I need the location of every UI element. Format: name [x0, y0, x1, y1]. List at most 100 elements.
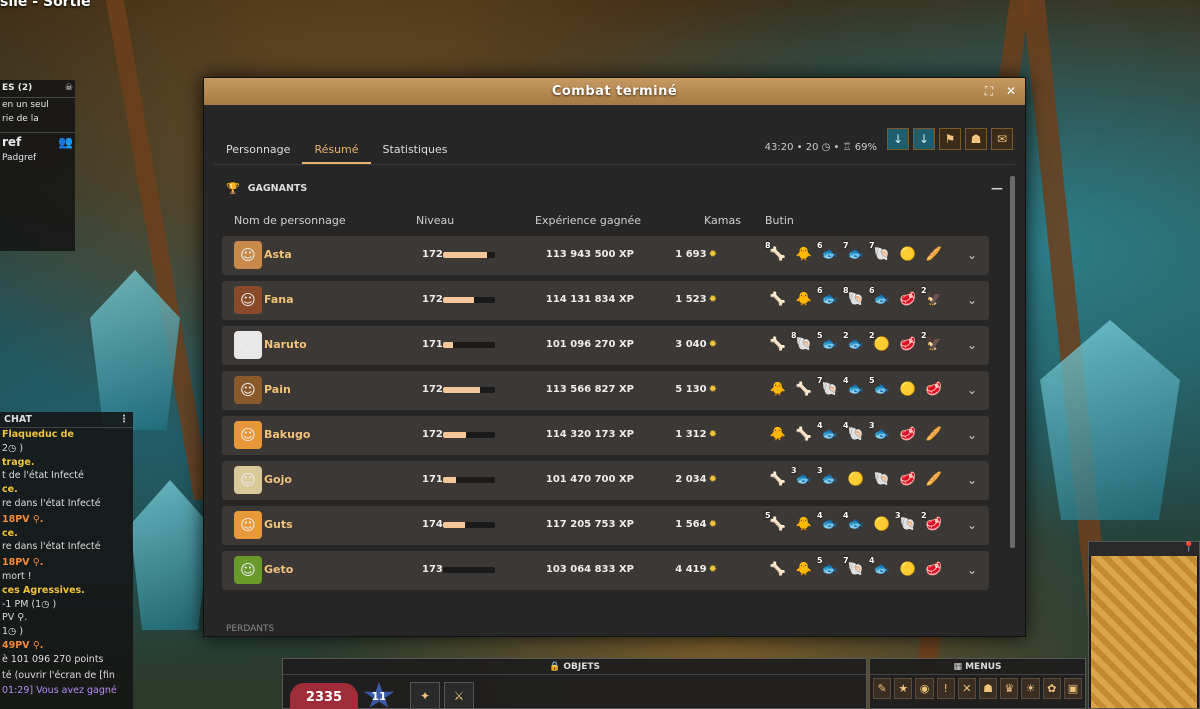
loot-item[interactable]: 7 🐚 — [817, 376, 841, 400]
loot-item[interactable]: 🐥 — [767, 378, 789, 400]
item-slot[interactable]: ⚔ — [444, 682, 474, 709]
quest-line[interactable]: Padgref — [0, 151, 75, 165]
menu-shortcut-icon[interactable]: ▣ — [1063, 678, 1083, 699]
kebab-menu-icon[interactable]: ⋮ — [119, 414, 129, 425]
winner-row[interactable]: ☺ Naruto 171 101 096 270 XP 3 040 ✹ 🦴 8 🐚… — [222, 326, 989, 365]
loot-item[interactable]: 🐥 — [767, 423, 789, 445]
loot-item[interactable]: 🥖 — [923, 468, 945, 490]
quest-section[interactable]: ref 👥 — [0, 132, 75, 151]
menu-shortcut-icon[interactable]: ✎ — [873, 678, 892, 699]
loot-item[interactable]: 6 🐟 — [817, 286, 841, 310]
loot-item[interactable]: 🦴 — [767, 468, 789, 490]
loot-item[interactable]: 🥩 — [897, 333, 919, 355]
menu-shortcut-icon[interactable]: ✕ — [957, 678, 977, 699]
menu-shortcut-icon[interactable]: ★ — [894, 678, 913, 699]
loot-item[interactable]: 8 🦴 — [765, 241, 789, 265]
winner-row[interactable]: ☺ Bakugo 172 114 320 173 XP 1 312 ✹ 🐥 🦴 4… — [222, 416, 989, 455]
chevron-down-icon[interactable]: ⌄ — [967, 563, 977, 577]
loot-item[interactable]: 2 🦅 — [921, 286, 945, 310]
winners-section-header[interactable]: 🏆 GAGNANTS — — [226, 180, 1003, 196]
loot-item[interactable]: 🐥 — [793, 513, 815, 535]
winner-row[interactable]: ☺ Fana 172 114 131 834 XP 1 523 ✹ 🦴 🐥 6 🐟… — [222, 281, 989, 320]
loot-item[interactable]: 4 🐟 — [843, 511, 867, 535]
loot-item[interactable]: 🦴 — [793, 378, 815, 400]
close-icon[interactable]: ✕ — [1003, 83, 1019, 99]
result-filter-icon[interactable]: ⚑ — [939, 128, 961, 150]
loot-item[interactable]: 3 🐟 — [791, 466, 815, 490]
winner-row[interactable]: ☺ Geto 173 103 064 833 XP 4 419 ✹ 🦴 🐥 5 🐟… — [222, 551, 989, 590]
window-scrollbar[interactable] — [1010, 176, 1015, 548]
menu-shortcut-icon[interactable]: ✿ — [1042, 678, 1061, 699]
loot-item[interactable]: 7 🐚 — [843, 556, 867, 580]
loot-item[interactable]: 5 🐟 — [817, 331, 841, 355]
loot-item[interactable]: 8 🐚 — [791, 331, 815, 355]
loot-item[interactable]: 4 🐟 — [817, 421, 841, 445]
loot-item[interactable]: 3 🐚 — [895, 511, 919, 535]
losers-title[interactable]: PERDANTS — [226, 624, 274, 634]
loot-item[interactable]: 3 🐟 — [817, 466, 841, 490]
collapse-icon[interactable]: — — [991, 181, 1003, 195]
loot-item[interactable]: 3 🐟 — [869, 421, 893, 445]
loot-item[interactable]: 5 🦴 — [765, 511, 789, 535]
loot-item[interactable]: 🥩 — [897, 468, 919, 490]
chevron-down-icon[interactable]: ⌄ — [967, 473, 977, 487]
chevron-down-icon[interactable]: ⌄ — [967, 338, 977, 352]
menu-shortcut-icon[interactable]: ☀ — [1021, 678, 1040, 699]
loot-item[interactable]: 8 🐚 — [843, 286, 867, 310]
tab-statistiques[interactable]: Statistiques — [371, 143, 460, 164]
loot-item[interactable]: 5 🐟 — [817, 556, 841, 580]
loot-item[interactable]: 2 🥩 — [921, 511, 945, 535]
loot-item[interactable]: 🐚 — [871, 468, 893, 490]
loot-item[interactable]: 🥩 — [923, 378, 945, 400]
chevron-down-icon[interactable]: ⌄ — [967, 518, 977, 532]
menu-shortcut-icon[interactable]: ☗ — [979, 678, 998, 699]
loot-item[interactable]: 🥖 — [923, 423, 945, 445]
chevron-down-icon[interactable]: ⌄ — [967, 428, 977, 442]
loot-item[interactable]: 🐥 — [793, 288, 815, 310]
menu-shortcut-icon[interactable]: ◉ — [915, 678, 934, 699]
result-filter-icon[interactable]: ↓ — [887, 128, 909, 150]
tab-resume[interactable]: Résumé — [302, 143, 371, 164]
chevron-down-icon[interactable]: ⌄ — [967, 383, 977, 397]
loot-item[interactable]: 4 🐟 — [817, 511, 841, 535]
quest-line[interactable]: rie de la — [0, 112, 75, 126]
loot-item[interactable]: 2 🟡 — [869, 331, 893, 355]
loot-item[interactable]: 🦴 — [767, 558, 789, 580]
winner-row[interactable]: ☺ Guts 174 117 205 753 XP 1 564 ✹ 5 🦴 🐥 4… — [222, 506, 989, 545]
minimap-view[interactable] — [1091, 556, 1197, 708]
item-slot[interactable]: ✦ — [410, 682, 440, 709]
loot-item[interactable]: 🥖 — [923, 243, 945, 265]
tab-personnage[interactable]: Personnage — [214, 143, 302, 164]
loot-item[interactable]: 4 🐟 — [843, 376, 867, 400]
loot-item[interactable]: 🟡 — [897, 243, 919, 265]
result-filter-icon[interactable]: ✉ — [991, 128, 1013, 150]
loot-item[interactable]: 🐥 — [793, 558, 815, 580]
minimap[interactable]: 📍 — [1088, 541, 1200, 709]
loot-item[interactable]: 🟡 — [871, 513, 893, 535]
result-filter-icon[interactable]: ☗ — [965, 128, 987, 150]
minimize-icon[interactable]: ⛶ — [981, 83, 997, 99]
loot-item[interactable]: 🐥 — [793, 243, 815, 265]
loot-item[interactable]: 🦴 — [767, 333, 789, 355]
loot-item[interactable]: 🟡 — [845, 468, 867, 490]
loot-item[interactable]: 6 🐟 — [817, 241, 841, 265]
loot-item[interactable]: 2 🦅 — [921, 331, 945, 355]
loot-item[interactable]: 🥩 — [923, 558, 945, 580]
loot-item[interactable]: 🥩 — [897, 288, 919, 310]
loot-item[interactable]: 🥩 — [897, 423, 919, 445]
quest-line[interactable]: en un seul — [0, 98, 75, 112]
chat-header[interactable]: CHAT ⋮ — [0, 412, 133, 428]
loot-item[interactable]: 🟡 — [897, 558, 919, 580]
loot-item[interactable]: 7 🐚 — [869, 241, 893, 265]
loot-item[interactable]: 4 🐟 — [869, 556, 893, 580]
map-pin-icon[interactable]: 📍 — [1089, 542, 1199, 556]
winner-row[interactable]: ☺ Asta 172 113 943 500 XP 1 693 ✹ 8 🦴 🐥 6… — [222, 236, 989, 275]
menu-shortcut-icon[interactable]: ♛ — [1000, 678, 1019, 699]
winner-row[interactable]: ☺ Pain 172 113 566 827 XP 5 130 ✹ 🐥 🦴 7 🐚… — [222, 371, 989, 410]
health-points[interactable]: 2335 — [290, 683, 358, 709]
quest-panel-header[interactable]: ES (2) ☠ — [0, 80, 75, 98]
loot-item[interactable]: 6 🐟 — [869, 286, 893, 310]
menu-shortcut-icon[interactable]: ! — [936, 678, 955, 699]
result-filter-icon[interactable]: ↓ — [913, 128, 935, 150]
loot-item[interactable]: 🦴 — [793, 423, 815, 445]
